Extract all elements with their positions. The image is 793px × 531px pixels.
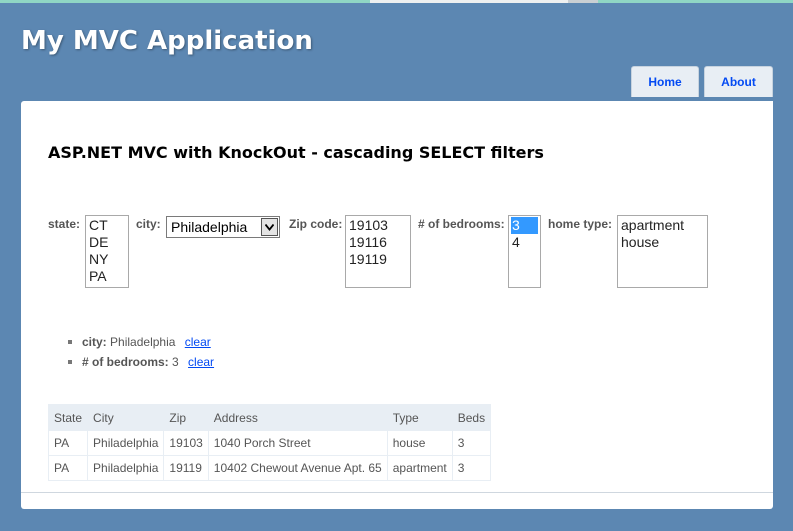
column-header-zip: Zip: [163, 404, 209, 431]
zip-option[interactable]: 19103: [349, 217, 407, 234]
zip-option[interactable]: 19116: [349, 234, 407, 251]
cell-state: PA: [47, 455, 89, 481]
bedrooms-listbox[interactable]: 3 4: [508, 215, 541, 288]
browser-top-strip: [0, 0, 793, 3]
home-type-option[interactable]: house: [621, 234, 704, 251]
cell-type: house: [386, 430, 453, 456]
clear-bedrooms-filter-link[interactable]: clear: [188, 355, 214, 369]
bedrooms-option-selected[interactable]: 3: [511, 217, 538, 234]
cell-address: 1040 Porch Street: [207, 430, 388, 456]
state-option[interactable]: DE: [89, 234, 125, 251]
browser-tab-segment-2: [568, 0, 598, 3]
state-option[interactable]: NY: [89, 251, 125, 268]
cell-beds: 3: [451, 430, 492, 456]
column-header-address: Address: [207, 404, 388, 431]
cell-zip: 19119: [163, 455, 209, 481]
cell-beds: 3: [451, 455, 492, 481]
cell-city: Philadelphia: [87, 430, 165, 456]
footer-divider: [21, 492, 773, 493]
state-listbox[interactable]: CT DE NY PA: [85, 215, 129, 288]
table-row: PA Philadelphia 19119 10402 Chewout Aven…: [47, 455, 492, 481]
app-title: My MVC Application: [21, 26, 313, 56]
home-type-listbox[interactable]: apartment house: [617, 215, 708, 288]
state-label: state:: [48, 217, 81, 231]
cell-zip: 19103: [163, 430, 209, 456]
column-header-state: State: [47, 404, 89, 431]
dropdown-button[interactable]: [261, 218, 278, 236]
active-filter-name: city:: [82, 335, 107, 349]
page-title: ASP.NET MVC with KnockOut - cascading SE…: [48, 143, 544, 162]
home-type-option[interactable]: apartment: [621, 217, 704, 234]
cell-address: 10402 Chewout Avenue Apt. 65: [207, 455, 388, 481]
column-header-beds: Beds: [451, 404, 492, 431]
zip-option[interactable]: 19119: [349, 251, 407, 268]
browser-tab-segment: [370, 0, 568, 3]
bedrooms-label: # of bedrooms:: [418, 217, 505, 231]
main-content: ASP.NET MVC with KnockOut - cascading SE…: [21, 101, 773, 509]
cell-state: PA: [47, 430, 89, 456]
city-select[interactable]: Philadelphia: [166, 216, 280, 238]
column-header-type: Type: [386, 404, 453, 431]
city-select-value: Philadelphia: [171, 219, 248, 235]
active-filter-name: # of bedrooms:: [82, 355, 169, 369]
zip-listbox[interactable]: 19103 19116 19119: [345, 215, 411, 288]
cell-type: apartment: [386, 455, 453, 481]
active-filter-value: Philadelphia: [110, 335, 176, 349]
table-row: PA Philadelphia 19103 1040 Porch Street …: [47, 430, 492, 456]
active-filter-value: 3: [172, 355, 179, 369]
home-type-label: home type:: [548, 217, 613, 231]
table-header-row: State City Zip Address Type Beds: [47, 404, 492, 431]
zip-label: Zip code:: [289, 217, 343, 231]
menu-tab-home[interactable]: Home: [631, 66, 699, 97]
results-table: State City Zip Address Type Beds PA Phil…: [47, 404, 492, 481]
state-option[interactable]: PA: [89, 268, 125, 285]
cell-city: Philadelphia: [87, 455, 165, 481]
state-option[interactable]: CT: [89, 217, 125, 234]
bullet-icon: [68, 360, 72, 364]
city-label: city:: [136, 217, 161, 231]
column-header-city: City: [87, 404, 165, 431]
chevron-down-icon: [265, 224, 274, 231]
menu-tab-about[interactable]: About: [704, 66, 773, 97]
clear-city-filter-link[interactable]: clear: [185, 335, 211, 349]
bedrooms-option[interactable]: 4: [512, 234, 537, 251]
bullet-icon: [68, 340, 72, 344]
